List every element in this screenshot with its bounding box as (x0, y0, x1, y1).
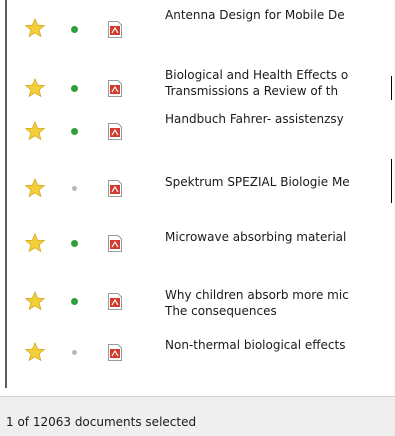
document-title[interactable]: Handbuch Fahrer- assistenzsy (165, 111, 395, 127)
document-row[interactable]: Non-thermal biological effects (7, 328, 395, 378)
status-dot-icon (71, 85, 78, 92)
star-icon[interactable] (25, 178, 45, 198)
status-dot-icon (71, 128, 78, 135)
pdf-icon (108, 293, 122, 310)
document-row[interactable]: Spektrum SPEZIAL Biologie Me (7, 159, 395, 212)
document-title-line: Biological and Health Effects o (165, 68, 349, 82)
status-dot-icon (71, 298, 78, 305)
star-icon[interactable] (25, 121, 45, 141)
status-bar: 1 of 12063 documents selected (0, 396, 395, 436)
text-cursor (391, 76, 392, 100)
text-cursor (391, 159, 392, 203)
document-title[interactable]: Antenna Design for Mobile De (165, 7, 395, 23)
document-row[interactable]: Handbuch Fahrer- assistenzsy (7, 106, 395, 156)
document-list[interactable]: Antenna Design for Mobile De Biological … (7, 0, 395, 388)
pdf-icon (108, 235, 122, 252)
document-title-line: Antenna Design for Mobile De (165, 8, 345, 22)
document-title-line: The consequences (165, 304, 277, 318)
document-row[interactable]: Antenna Design for Mobile De (7, 0, 395, 50)
document-title-line: Why children absorb more mic (165, 288, 349, 302)
document-title-line: Spektrum SPEZIAL Biologie Me (165, 175, 350, 189)
star-icon[interactable] (25, 78, 45, 98)
star-icon[interactable] (25, 291, 45, 311)
pdf-icon (108, 21, 122, 38)
document-title-line: Handbuch Fahrer- assistenzsy (165, 112, 344, 126)
document-title[interactable]: Microwave absorbing material (165, 229, 395, 245)
star-icon[interactable] (25, 233, 45, 253)
star-icon[interactable] (25, 342, 45, 362)
status-dot-icon (72, 350, 77, 355)
status-dot-icon (71, 240, 78, 247)
pdf-icon (108, 344, 122, 361)
document-title-line: Microwave absorbing material (165, 230, 347, 244)
star-icon[interactable] (25, 18, 45, 38)
document-title[interactable]: Spektrum SPEZIAL Biologie Me (165, 174, 395, 190)
status-dot-icon (72, 186, 77, 191)
document-row[interactable]: Microwave absorbing material (7, 217, 395, 267)
pdf-icon (108, 180, 122, 197)
pdf-icon (108, 123, 122, 140)
document-title[interactable]: Why children absorb more mic The consequ… (165, 287, 395, 319)
document-row[interactable]: Why children absorb more mic The consequ… (7, 275, 395, 325)
document-row[interactable]: Biological and Health Effects o Transmis… (7, 55, 395, 105)
pdf-icon (108, 80, 122, 97)
status-dot-icon (71, 26, 78, 33)
document-title[interactable]: Non-thermal biological effects (165, 337, 395, 353)
selection-count: 1 of 12063 documents selected (6, 415, 197, 429)
document-title-line: Transmissions a Review of th (165, 84, 339, 98)
document-title[interactable]: Biological and Health Effects o Transmis… (165, 67, 395, 99)
document-title-line: Non-thermal biological effects (165, 338, 346, 352)
